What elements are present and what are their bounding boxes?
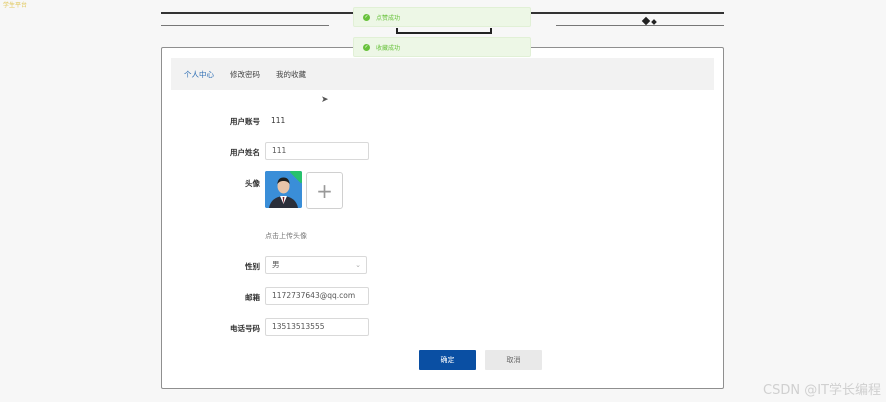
tab-bar: 个人中心 修改密码 我的收藏: [171, 58, 714, 90]
toast-text: 点赞成功: [376, 14, 401, 22]
watermark: CSDN @IT学长编程: [763, 383, 881, 398]
account-value: 111: [271, 116, 286, 125]
header-line-right-top: [531, 12, 724, 14]
toast-collect-success: ✓ 收藏成功: [353, 37, 531, 57]
gender-label: 性别: [245, 262, 260, 271]
email-input[interactable]: 1172737643@qq.com: [265, 287, 369, 305]
check-circle-icon: ✓: [363, 43, 370, 51]
header-bracket: [396, 28, 492, 34]
avatar-label: 头像: [245, 179, 260, 188]
confirm-button[interactable]: 确定: [419, 350, 476, 370]
cancel-button[interactable]: 取消: [485, 350, 542, 370]
diamond-small-icon: [651, 19, 657, 25]
gender-select[interactable]: 男 ⌄: [265, 256, 367, 274]
header-line-left-bottom: [161, 25, 329, 26]
toast-text: 收藏成功: [376, 44, 401, 52]
account-label: 用户账号: [230, 117, 260, 126]
diamond-icon: [641, 16, 651, 26]
tab-favorites[interactable]: 我的收藏: [276, 69, 306, 80]
name-input[interactable]: 111: [265, 142, 369, 160]
gender-value: 男: [272, 260, 280, 269]
chevron-down-icon: ⌄: [355, 261, 361, 269]
corner-logo: 学生平台: [3, 2, 28, 9]
header-line-left-top: [161, 12, 353, 14]
toast-like-success: ✓ 点赞成功: [353, 7, 531, 27]
tab-profile[interactable]: 个人中心: [184, 69, 214, 80]
avatar-image[interactable]: [265, 171, 302, 208]
email-label: 邮箱: [245, 293, 260, 302]
check-circle-icon: ✓: [363, 13, 370, 21]
upload-hint: 点击上传头像: [265, 232, 307, 240]
upload-add-button[interactable]: +: [306, 172, 343, 209]
phone-label: 电话号码: [230, 324, 260, 333]
tab-change-password[interactable]: 修改密码: [230, 69, 260, 80]
profile-card: 个人中心 修改密码 我的收藏 ➤ 用户账号 111 用户姓名 111 头像 + …: [161, 47, 724, 389]
plus-icon: +: [316, 178, 333, 203]
phone-input[interactable]: 13513513555: [265, 318, 369, 336]
name-label: 用户姓名: [230, 148, 260, 157]
mouse-pointer-icon: ➤: [321, 95, 329, 105]
header-line-right-bottom: [556, 25, 724, 26]
